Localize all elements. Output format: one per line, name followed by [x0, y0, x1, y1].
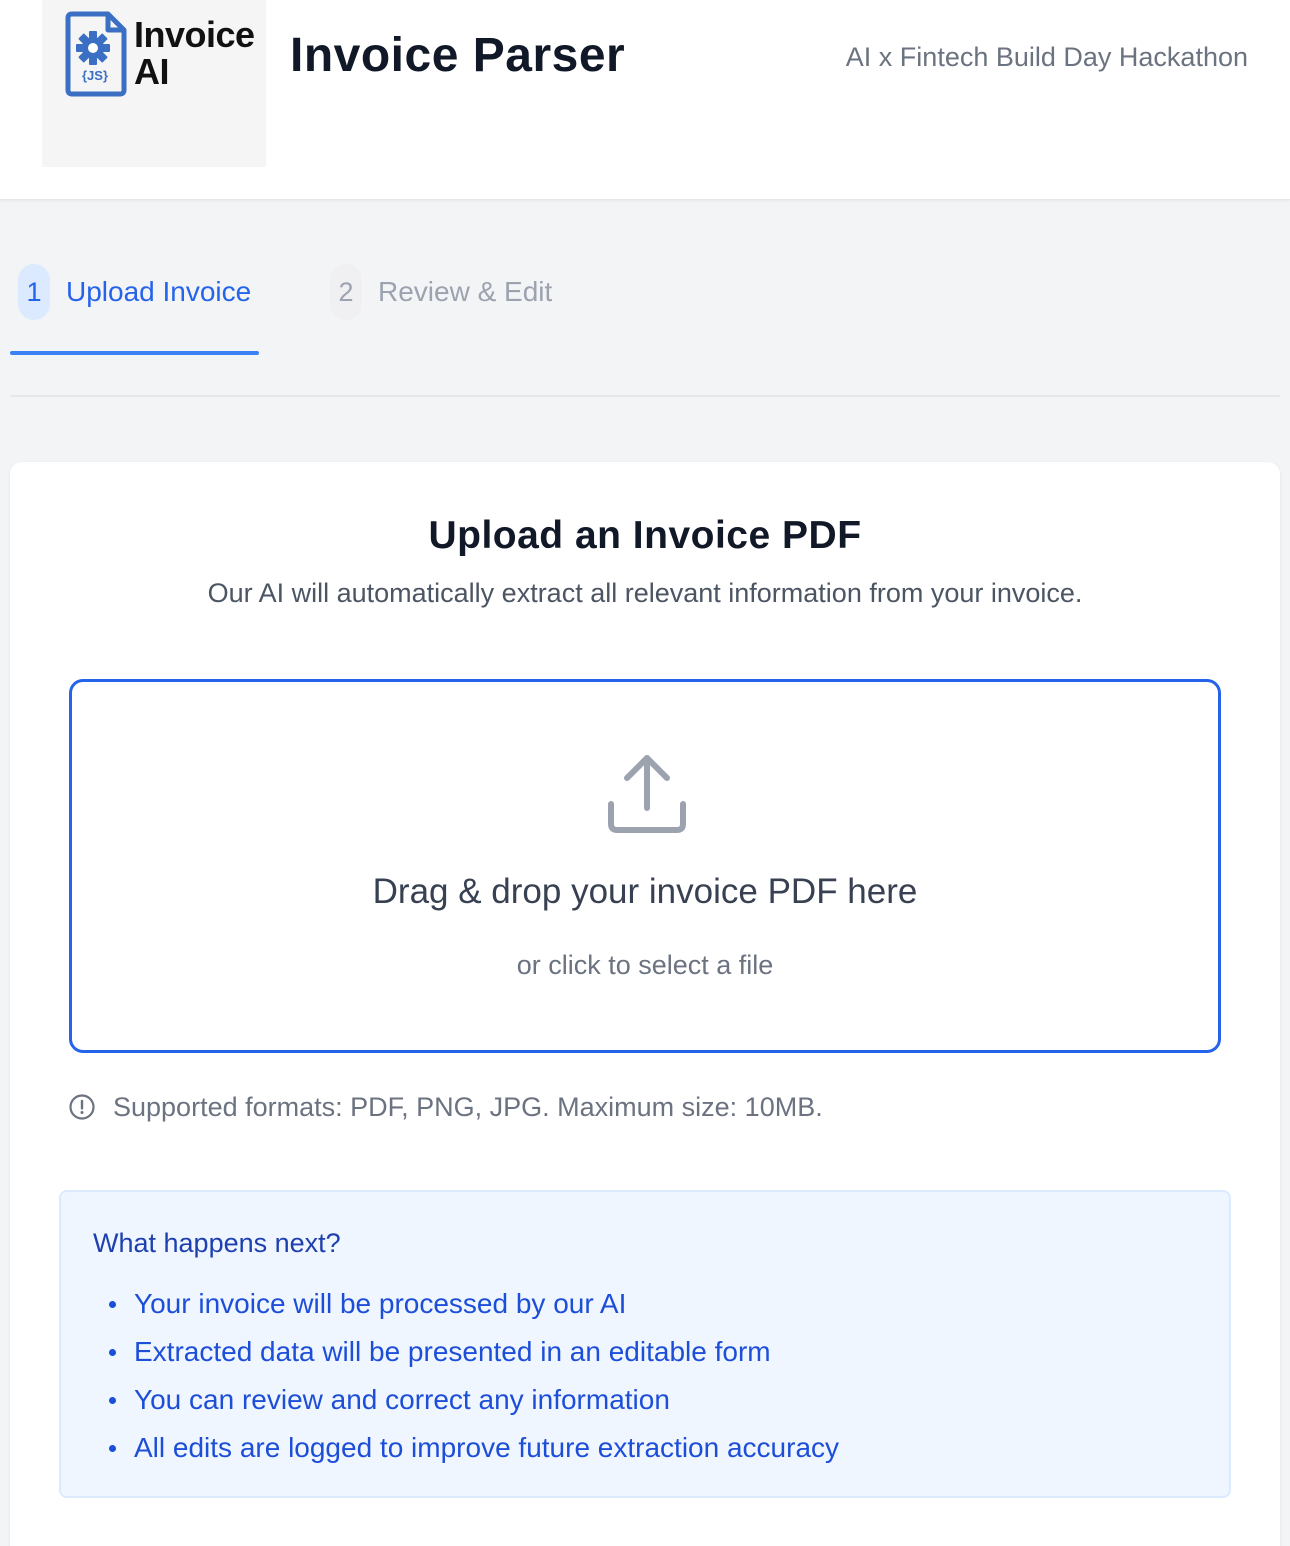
what-happens-next-panel: What happens next? Your invoice will be …: [59, 1190, 1231, 1498]
logo-line-1: Invoice: [134, 14, 255, 55]
list-item: All edits are logged to improve future e…: [107, 1424, 839, 1472]
list-item-text: All edits are logged to improve future e…: [134, 1432, 840, 1463]
logo[interactable]: {JS} Invoice AI: [42, 0, 266, 167]
upload-subtitle: Our AI will automatically extract all re…: [207, 578, 1083, 608]
list-item: Your invoice will be processed by our AI: [107, 1280, 839, 1328]
next-steps-title: What happens next?: [93, 1228, 341, 1258]
upload-title: Upload an Invoice PDF: [428, 514, 862, 557]
bullet-icon: [109, 1444, 116, 1452]
app-title: Invoice Parser: [290, 29, 626, 82]
bullet-icon: [109, 1348, 116, 1356]
list-item: Extracted data will be presented in an e…: [107, 1328, 839, 1376]
supported-formats-note: Supported formats: PDF, PNG, JPG. Maximu…: [68, 1090, 823, 1124]
info-circle-icon: [69, 1094, 95, 1120]
tab-label: Upload Invoice: [66, 276, 252, 307]
step-tabs: 1 Upload Invoice 2 Review & Edit: [10, 200, 1280, 397]
formats-text: Supported formats: PDF, PNG, JPG. Maximu…: [113, 1091, 823, 1122]
active-tab-indicator: [10, 351, 259, 355]
app-header: {JS} Invoice AI Invoice Parser AI x Fint…: [0, 0, 1290, 200]
logo-badge-text: {JS}: [82, 68, 108, 83]
event-label: AI x Fintech Build Day Hackathon: [845, 42, 1248, 72]
logo-wordmark: Invoice AI: [134, 16, 255, 90]
dropzone-instruction: Drag & drop your invoice PDF here: [372, 872, 918, 911]
bullet-icon: [109, 1300, 116, 1308]
next-steps-list: Your invoice will be processed by our AI…: [107, 1280, 839, 1472]
tab-upload-invoice[interactable]: 1 Upload Invoice: [18, 264, 251, 320]
logo-line-2: AI: [134, 51, 169, 92]
bullet-icon: [109, 1396, 116, 1404]
tab-review-edit[interactable]: 2 Review & Edit: [330, 264, 552, 320]
upload-icon: [608, 755, 686, 833]
upload-card: Upload an Invoice PDF Our AI will automa…: [10, 462, 1280, 1546]
file-dropzone[interactable]: Drag & drop your invoice PDF here or cli…: [69, 679, 1221, 1053]
tab-step-number: 2: [330, 264, 362, 320]
tab-step-number: 1: [18, 264, 50, 320]
list-item-text: Extracted data will be presented in an e…: [134, 1336, 771, 1367]
list-item-text: Your invoice will be processed by our AI: [134, 1288, 627, 1319]
tab-label: Review & Edit: [378, 276, 553, 307]
document-gear-icon: {JS}: [65, 11, 127, 97]
list-item: You can review and correct any informati…: [107, 1376, 839, 1424]
list-item-text: You can review and correct any informati…: [134, 1384, 670, 1415]
dropzone-subtext: or click to select a file: [516, 950, 774, 980]
